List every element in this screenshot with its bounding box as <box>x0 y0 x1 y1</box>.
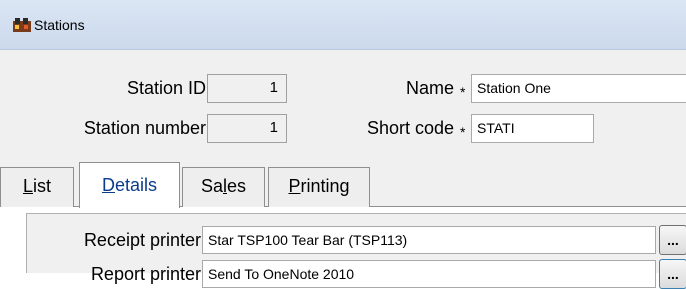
tab-sales-label-pre: Sa <box>200 176 223 196</box>
tab-printing-label-accel: P <box>288 176 301 196</box>
tab-sales[interactable]: Sales <box>182 167 265 207</box>
details-group: Receipt printer Star TSP100 Tear Bar (TS… <box>26 213 686 289</box>
report-printer-label: Report printer <box>90 264 201 284</box>
station-id-field: 1 <box>207 74 287 103</box>
short-code-input[interactable]: STATI <box>471 114 594 143</box>
report-printer-input[interactable]: Send To OneNote 2010 <box>202 260 656 288</box>
name-label: Name <box>405 78 454 98</box>
short-code-required-marker: * <box>460 124 466 140</box>
tab-list-label-accel: L <box>22 176 33 196</box>
details-tab-panel: Receipt printer Star TSP100 Tear Bar (TS… <box>0 207 686 289</box>
report-printer-browse-button[interactable]: ... <box>659 259 686 289</box>
tab-printing-label-post: rinting <box>300 176 350 196</box>
receipt-printer-label: Receipt printer <box>83 230 201 250</box>
tab-printing[interactable]: Printing <box>268 167 370 207</box>
name-required-marker: * <box>460 84 466 100</box>
station-id-label: Station ID <box>126 78 206 98</box>
tab-details[interactable]: Details <box>79 162 180 208</box>
tab-details-label-accel: D <box>101 175 115 195</box>
tab-details-label-post: etails <box>114 175 158 195</box>
receipt-printer-browse-button[interactable]: ... <box>659 225 686 255</box>
tab-sales-label-post: es <box>227 176 247 196</box>
window-titlebar[interactable]: Stations <box>0 0 686 50</box>
receipt-printer-input[interactable]: Star TSP100 Tear Bar (TSP113) <box>202 226 656 254</box>
window-title: Stations <box>34 17 85 33</box>
station-number-label: Station number <box>83 118 206 138</box>
short-code-label: Short code <box>366 118 454 138</box>
tab-list-label-post: ist <box>33 176 51 196</box>
name-input[interactable]: Station One <box>471 74 686 103</box>
tab-list[interactable]: List <box>0 167 74 207</box>
station-number-field: 1 <box>207 114 287 143</box>
stations-app-icon <box>13 18 31 32</box>
